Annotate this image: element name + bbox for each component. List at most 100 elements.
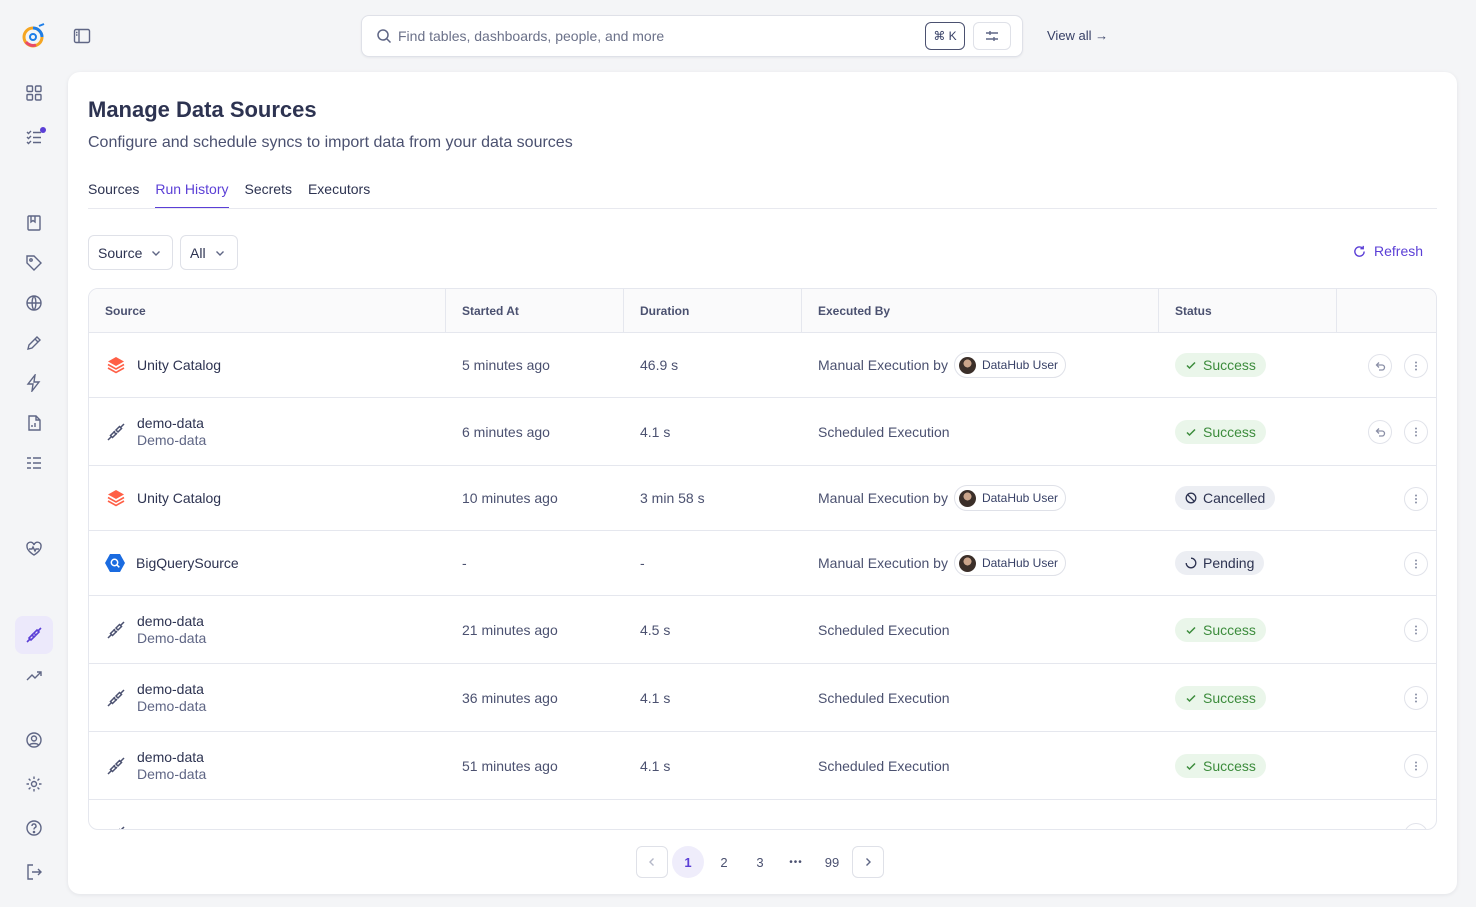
search-filter-button[interactable] — [973, 22, 1011, 50]
page-1-button[interactable]: 1 — [672, 846, 704, 878]
lightning-icon[interactable] — [22, 371, 46, 395]
user-circle-icon[interactable] — [22, 728, 46, 752]
source-cell[interactable]: demo-data — [105, 800, 445, 829]
settings-gear-icon[interactable] — [22, 772, 46, 796]
row-more-button[interactable] — [1404, 686, 1428, 710]
source-cell[interactable]: Unity Catalog — [105, 333, 445, 397]
status-filter-select[interactable]: All — [180, 235, 238, 270]
source-cell[interactable]: demo-data Demo-data — [105, 664, 445, 731]
row-more-button[interactable] — [1404, 420, 1428, 444]
status-badge[interactable]: Success — [1175, 617, 1266, 642]
tab-executors[interactable]: Executors — [308, 181, 370, 209]
col-header-source[interactable]: Source — [89, 289, 446, 333]
table-row[interactable]: Unity Catalog 10 minutes ago 3 min 58 s M… — [89, 466, 1436, 531]
pencil-icon[interactable] — [22, 331, 46, 355]
row-more-button[interactable] — [1404, 754, 1428, 778]
trend-up-icon[interactable] — [22, 663, 46, 687]
global-search-bar[interactable]: Find tables, dashboards, people, and mor… — [361, 15, 1023, 57]
status-badge[interactable]: Success — [1175, 419, 1266, 444]
next-page-button[interactable] — [852, 846, 884, 878]
source-cell[interactable]: demo-data Demo-data — [105, 596, 445, 663]
check-icon — [1186, 694, 1196, 702]
page-3-button[interactable]: 3 — [744, 846, 776, 878]
source-cell[interactable]: demo-data Demo-data — [105, 398, 445, 465]
status-badge[interactable]: Cancelled — [1175, 486, 1276, 510]
chevron-left-icon — [649, 858, 654, 866]
help-question-icon[interactable] — [22, 816, 46, 840]
col-header-duration[interactable]: Duration — [624, 289, 802, 333]
view-all-link[interactable]: View all → — [1047, 28, 1108, 43]
refresh-label: Refresh — [1374, 243, 1424, 259]
sidebar-collapse-icon[interactable] — [72, 26, 92, 46]
row-more-button[interactable] — [1404, 823, 1428, 829]
rollback-button[interactable] — [1368, 354, 1392, 378]
check-icon — [1186, 626, 1196, 634]
status-cell: Success — [1175, 596, 1266, 663]
tab-secrets[interactable]: Secrets — [245, 181, 292, 209]
status-label: Success — [1203, 423, 1256, 440]
avatar — [958, 489, 976, 507]
row-more-button[interactable] — [1404, 487, 1428, 511]
execution-type: Manual Execution by — [818, 490, 948, 506]
refresh-button[interactable]: Refresh — [1353, 243, 1423, 259]
user-pill[interactable]: DataHub User — [953, 352, 1066, 378]
page-2-button[interactable]: 2 — [708, 846, 740, 878]
chevron-right-icon — [866, 858, 871, 866]
executed-by-cell: Scheduled Execution — [818, 596, 950, 663]
source-name: demo-data — [137, 415, 204, 431]
ingestion-plug-icon[interactable] — [22, 623, 46, 647]
user-pill[interactable]: DataHub User — [953, 550, 1066, 576]
col-header-started-at[interactable]: Started At — [446, 289, 624, 333]
table-row[interactable]: Unity Catalog 5 minutes ago 46.9 s Manual… — [89, 333, 1436, 398]
more-vertical-icon — [1415, 559, 1417, 569]
document-chart-icon[interactable] — [22, 411, 46, 435]
table-row[interactable]: demo-data Demo-data 6 minutes ago 4.1 s Sc… — [89, 398, 1436, 466]
health-heart-icon[interactable] — [22, 537, 46, 561]
status-label: Pending — [1203, 555, 1255, 571]
status-cell: Cancelled — [1175, 466, 1276, 530]
row-more-button[interactable] — [1404, 552, 1428, 576]
status-badge[interactable]: Pending — [1175, 551, 1265, 575]
glossary-book-icon[interactable] — [22, 211, 46, 235]
status-badge[interactable]: Success — [1175, 353, 1266, 377]
list-icon[interactable] — [22, 451, 46, 475]
sign-out-icon[interactable] — [22, 860, 46, 884]
source-cell[interactable]: BigQuerySource — [104, 531, 444, 595]
keyboard-shortcut-badge: ⌘ K — [925, 22, 965, 50]
table-row[interactable]: demo-data — [89, 800, 1436, 829]
source-cell[interactable]: demo-data Demo-data — [105, 732, 445, 799]
source-subname: Demo-data — [137, 698, 207, 714]
home-grid-icon[interactable] — [22, 81, 46, 105]
chevron-down-icon — [152, 250, 161, 256]
datahub-logo-icon[interactable] — [20, 22, 48, 50]
source-cell[interactable]: Unity Catalog — [105, 466, 445, 530]
status-badge[interactable]: Success — [1175, 685, 1266, 710]
execution-type: Scheduled Execution — [818, 621, 950, 638]
page-last-button[interactable]: 99 — [816, 846, 848, 878]
execution-type: Manual Execution by — [818, 357, 948, 373]
user-pill[interactable]: DataHub User — [953, 485, 1066, 511]
rollback-button[interactable] — [1368, 420, 1392, 444]
globe-icon[interactable] — [22, 291, 46, 315]
executed-by-cell: Scheduled Execution — [818, 664, 950, 731]
source-filter-label: Source — [98, 244, 143, 261]
row-more-button[interactable] — [1404, 618, 1428, 642]
status-badge[interactable]: Success — [1175, 753, 1266, 778]
run-history-table: Source Started At Duration Executed By S… — [88, 288, 1437, 830]
col-header-status[interactable]: Status — [1159, 289, 1337, 333]
avatar — [958, 554, 976, 572]
prev-page-button[interactable] — [636, 846, 668, 878]
duration-cell: 4.1 s — [640, 423, 671, 440]
row-more-button[interactable] — [1404, 354, 1428, 378]
page-ellipsis[interactable]: ••• — [780, 846, 812, 878]
tab-sources[interactable]: Sources — [88, 181, 139, 209]
col-header-executed-by[interactable]: Executed By — [802, 289, 1159, 333]
table-row[interactable]: demo-data Demo-data 51 minutes ago 4.1 s S… — [89, 732, 1436, 800]
search-placeholder[interactable]: Find tables, dashboards, people, and mor… — [398, 28, 664, 44]
tag-icon[interactable] — [22, 251, 46, 275]
table-row[interactable]: BigQuerySource - - Manual Execution by Da… — [89, 531, 1436, 596]
source-filter-select[interactable]: Source — [88, 235, 173, 270]
table-row[interactable]: demo-data Demo-data 21 minutes ago 4.5 s S… — [89, 596, 1436, 664]
table-row[interactable]: demo-data Demo-data 36 minutes ago 4.1 s S… — [89, 664, 1436, 732]
tab-run-history[interactable]: Run History — [155, 181, 229, 209]
